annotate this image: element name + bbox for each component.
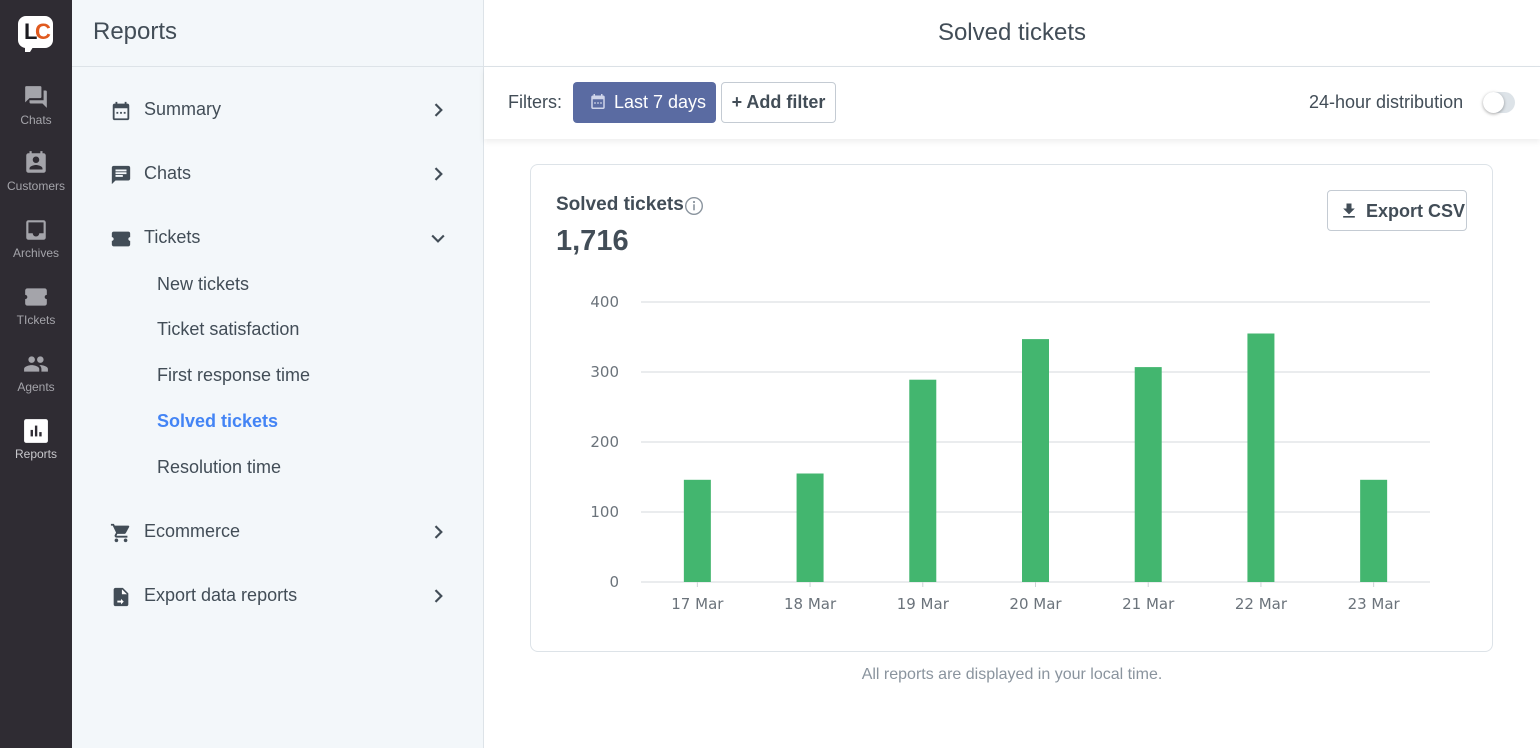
livechat-logo[interactable]: L C — [18, 16, 53, 53]
logo-letter-c: C — [35, 19, 51, 44]
local-time-footnote: All reports are displayed in your local … — [861, 666, 1163, 683]
sidebar-item-solved-tickets[interactable]: Solved tickets — [157, 411, 278, 432]
rail-item-customers[interactable]: Customers — [0, 150, 72, 210]
date-range-filter-button[interactable]: Last 7 days — [573, 82, 716, 123]
sidebar-group-label: Ecommerce — [144, 521, 241, 541]
rail-item-label: Archives — [12, 246, 59, 260]
bar — [909, 379, 937, 582]
x-tick-label: 20 Mar — [1009, 595, 1062, 613]
sidebar-item-first-response-time[interactable]: First response time — [157, 365, 310, 386]
bar — [683, 479, 711, 582]
sidebar-group-ecommerce[interactable]: Ecommerce — [72, 512, 483, 552]
x-tick-label: 21 Mar — [1122, 595, 1175, 613]
chevron-right-icon — [434, 103, 443, 117]
chevron-right-icon — [434, 167, 443, 181]
distribution-toggle[interactable] — [1483, 92, 1515, 113]
filters-label: Filters: — [508, 92, 562, 112]
filters-bar: Filters: Last 7 days + Add filter 24-hou… — [484, 67, 1540, 139]
y-tick-label: 200 — [590, 433, 619, 451]
reports-sidebar: Reports Summary Chats Tickets New ticket… — [72, 0, 484, 748]
chats-icon — [25, 86, 47, 108]
sidebar-group-label: Tickets — [144, 227, 201, 247]
x-tick-label: 22 Mar — [1235, 595, 1288, 613]
rail-item-label: Chats — [20, 113, 52, 127]
rail-item-archives[interactable]: Archives — [0, 217, 72, 277]
sidebar-header: Reports — [72, 0, 483, 67]
solved-tickets-bar-chart: 0 100 200 300 400 17 Mar 18 Mar 19 Mar 20 Mar 21 … — [590, 293, 1430, 613]
sidebar-group-tickets[interactable]: Tickets — [72, 218, 483, 258]
toggle-knob — [1483, 92, 1504, 113]
y-tick-label: 300 — [590, 363, 619, 381]
app-nav-rail: L C Chats Customers Archives TIckets Age… — [0, 0, 72, 748]
x-tick-label: 23 Mar — [1348, 595, 1401, 613]
date-range-label: Last 7 days — [614, 92, 707, 112]
rail-item-label: Customers — [6, 179, 65, 193]
bar — [1247, 333, 1275, 582]
x-tick-label: 18 Mar — [784, 595, 837, 613]
main-content: Solved tickets Filters: Last 7 days + Ad… — [484, 0, 1540, 748]
sidebar-group-chats[interactable]: Chats — [72, 154, 483, 194]
rail-item-agents[interactable]: Agents — [0, 351, 72, 411]
logo-bubble-tail — [25, 44, 35, 52]
bar — [1360, 479, 1388, 582]
page-title: Solved tickets — [937, 19, 1087, 46]
sidebar-group-label: Chats — [144, 163, 192, 183]
bar — [796, 473, 824, 582]
y-tick-label: 0 — [609, 573, 619, 591]
add-filter-button[interactable]: + Add filter — [721, 82, 836, 123]
agents-icon — [24, 356, 48, 372]
rail-item-reports[interactable]: Reports — [0, 418, 72, 478]
sidebar-group-label: Summary — [144, 99, 222, 119]
sidebar-title: Reports — [93, 18, 178, 45]
tickets-icon — [25, 288, 47, 306]
ticket-icon — [111, 231, 131, 247]
chevron-down-icon — [431, 234, 445, 243]
cart-icon — [110, 523, 130, 543]
x-tick-label: 17 Mar — [671, 595, 724, 613]
export-file-icon — [113, 587, 129, 607]
sidebar-item-resolution-time[interactable]: Resolution time — [157, 457, 281, 478]
page-header: Solved tickets — [484, 0, 1540, 67]
sidebar-group-label: Export data reports — [144, 585, 298, 605]
rail-item-label: Reports — [14, 447, 58, 461]
rail-item-label: TIckets — [16, 313, 56, 327]
rail-item-label: Agents — [17, 380, 55, 394]
bar — [1134, 367, 1162, 582]
sidebar-group-summary[interactable]: Summary — [72, 90, 483, 130]
chevron-right-icon — [434, 589, 443, 603]
bar — [1022, 339, 1049, 582]
reports-icon — [24, 419, 48, 443]
chevron-right-icon — [434, 525, 443, 539]
sidebar-item-ticket-satisfaction[interactable]: Ticket satisfaction — [157, 319, 299, 340]
sidebar-group-export-data-reports[interactable]: Export data reports — [72, 576, 483, 616]
rail-item-chats[interactable]: Chats — [0, 84, 72, 144]
x-tick-label: 19 Mar — [897, 595, 950, 613]
archives-icon — [26, 220, 46, 240]
solved-tickets-card: Solved tickets 1,716 Export CSV 0 100 200 3… — [530, 164, 1493, 652]
chat-message-icon — [111, 165, 131, 185]
sidebar-item-new-tickets[interactable]: New tickets — [157, 274, 249, 295]
calendar-icon — [112, 101, 130, 121]
distribution-toggle-label: 24-hour distribution — [1309, 92, 1464, 112]
rail-item-tickets[interactable]: TIckets — [0, 284, 72, 344]
customers-icon — [26, 151, 46, 173]
calendar-icon — [591, 94, 605, 109]
y-tick-label: 400 — [590, 293, 619, 311]
y-tick-label: 100 — [590, 503, 619, 521]
